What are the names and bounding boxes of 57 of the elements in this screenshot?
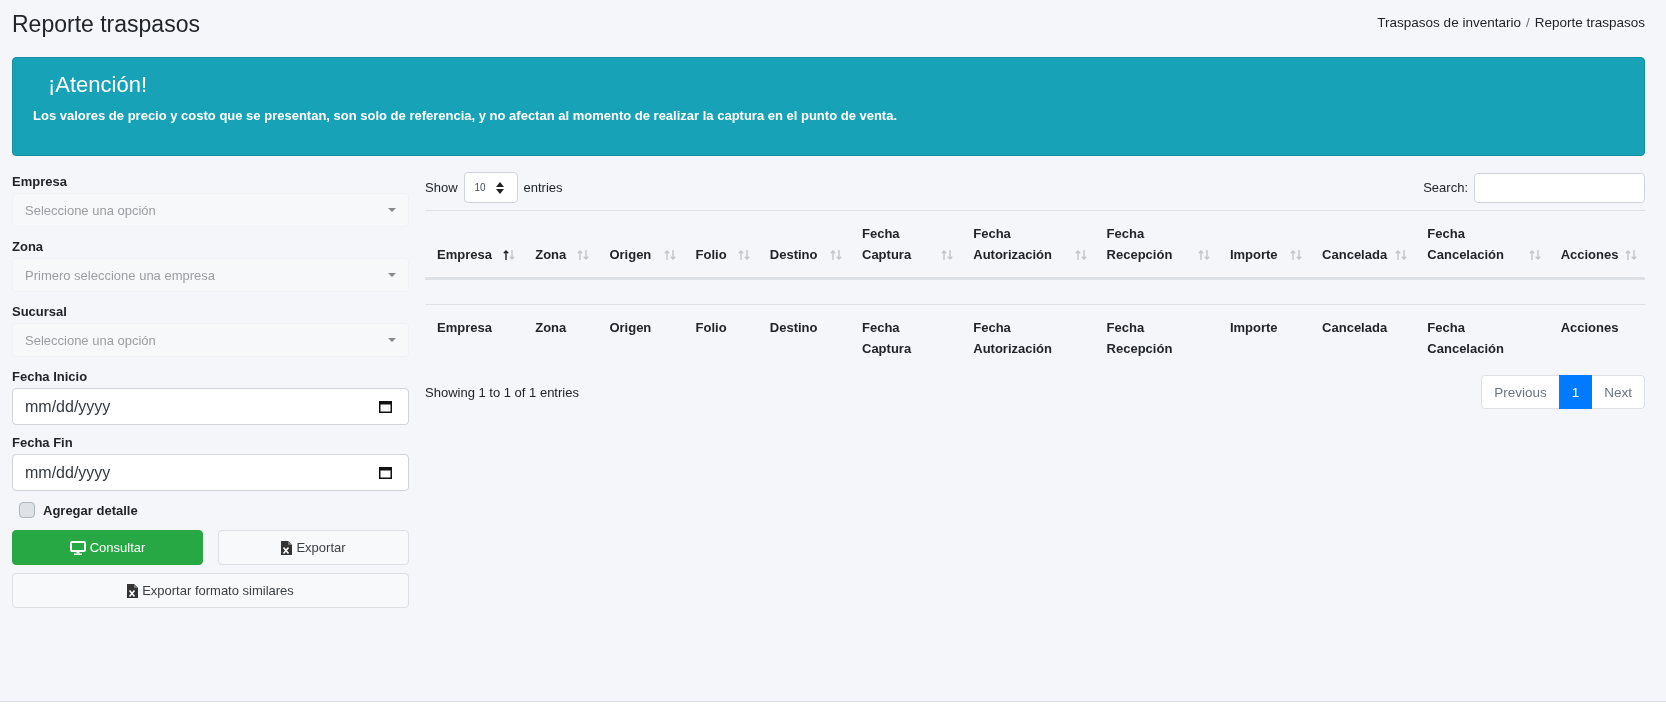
alert-title: ¡Atención! <box>48 71 148 99</box>
checkbox[interactable] <box>19 502 35 518</box>
column-header[interactable]: Fecha Autorización <box>961 210 1095 279</box>
alert-message: Los valores de precio y costo que se presentan, son solo de referencia, y no afectan al momento de realizar la captura en el punto de venta. <box>33 107 899 125</box>
column-header[interactable]: Folio <box>683 210 758 279</box>
table-info: Showing 1 to 1 of 1 entries <box>425 384 579 400</box>
field-label: Zona <box>12 238 44 256</box>
footer-header: Fecha Captura <box>850 304 962 371</box>
page-button[interactable]: 1 <box>1558 375 1593 409</box>
column-header[interactable]: Importe <box>1217 210 1311 279</box>
column-header[interactable]: Zona <box>523 210 598 279</box>
field-label: Fecha Inicio <box>12 368 88 386</box>
monitor-icon <box>69 540 86 555</box>
footer-header: Importe <box>1217 304 1311 371</box>
page-title: Reporte traspasos <box>12 10 200 39</box>
footer-header: Folio <box>683 304 758 371</box>
column-header[interactable]: Fecha Recepción <box>1094 210 1218 279</box>
footer-header: Fecha Autorización <box>961 304 1095 371</box>
column-header[interactable]: Cancelada <box>1310 210 1416 279</box>
caret-icon <box>388 338 396 342</box>
entries-label: entries <box>523 180 563 195</box>
search-label: Search: <box>1423 180 1468 195</box>
column-header[interactable]: Acciones <box>1548 210 1645 279</box>
show-label: Show <box>425 180 458 195</box>
export-similar-button[interactable]: Exportar formato similares <box>12 573 409 608</box>
footer-header: Fecha Recepción <box>1094 304 1218 371</box>
footer-header: Destino <box>757 304 850 371</box>
column-header[interactable]: Empresa <box>425 210 524 279</box>
caret-icon <box>388 208 396 212</box>
date-field[interactable]: mm/dd/yyyy <box>12 388 409 425</box>
field-label: Sucursal <box>12 303 67 321</box>
calendar-icon <box>379 466 392 479</box>
breadcrumb-separator: / <box>1525 14 1530 30</box>
search-field[interactable] <box>1474 172 1645 203</box>
file-x-icon <box>281 540 293 555</box>
caret-icon <box>388 273 396 277</box>
field-label: Fecha Fin <box>12 434 73 452</box>
breadcrumb-current: Reporte traspasos <box>1534 14 1645 30</box>
column-header[interactable]: Fecha Cancelación <box>1415 210 1549 279</box>
footer-header: Zona <box>523 304 598 371</box>
calendar-icon <box>379 400 392 413</box>
footer-header: Empresa <box>425 304 524 371</box>
column-header[interactable]: Destino <box>757 210 850 279</box>
breadcrumb-link[interactable]: Traspasos de inventario <box>1377 14 1521 30</box>
footer-header: Origen <box>597 304 684 371</box>
column-header[interactable]: Origen <box>597 210 684 279</box>
entries-select[interactable]: 10 <box>463 172 518 203</box>
footer-header: Fecha Cancelación <box>1415 304 1549 371</box>
up-down-caret-icon <box>495 181 504 194</box>
date-field[interactable]: mm/dd/yyyy <box>12 454 409 491</box>
checkbox-label[interactable]: Agregar detalle <box>43 502 138 518</box>
export-button[interactable]: Exportar <box>218 530 409 565</box>
column-header[interactable]: Fecha Captura <box>850 210 962 279</box>
footer-header: Cancelada <box>1310 304 1416 371</box>
file-x-icon <box>127 583 139 598</box>
field-label: Empresa <box>12 173 67 191</box>
footer-header: Acciones <box>1548 304 1645 371</box>
